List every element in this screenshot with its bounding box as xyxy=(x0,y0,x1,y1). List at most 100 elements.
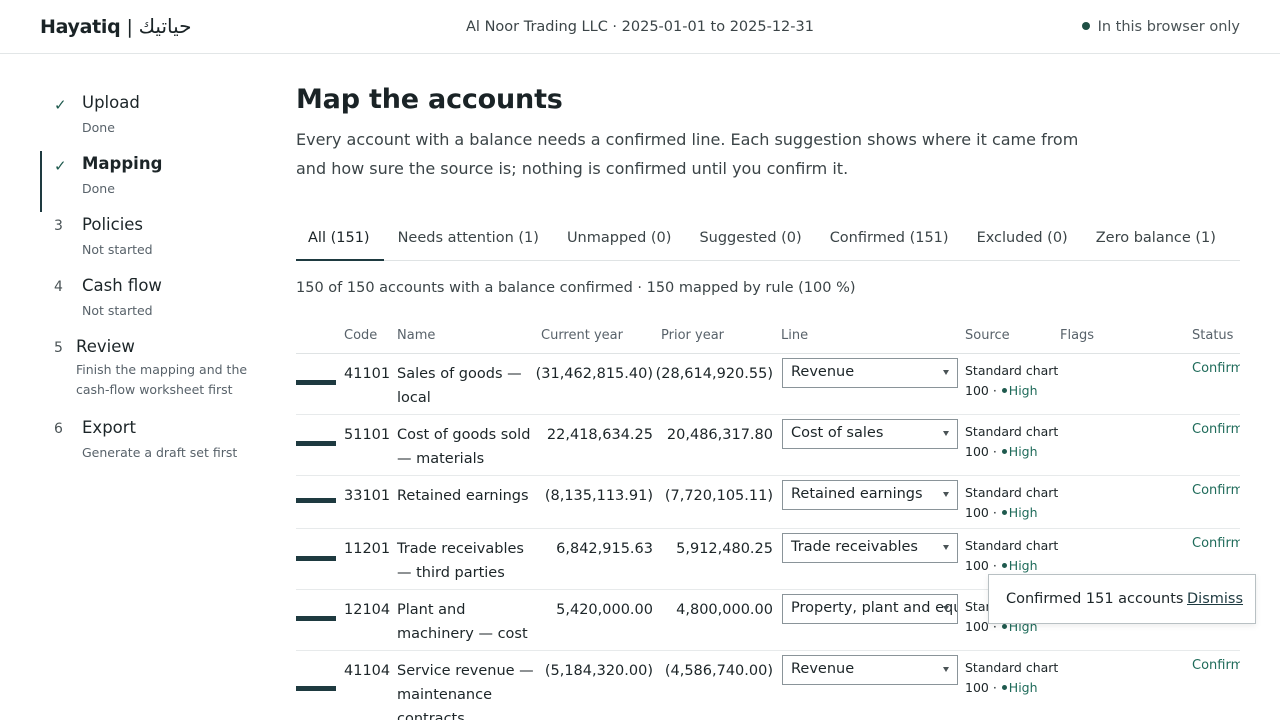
confidence-dot-icon xyxy=(1001,388,1007,393)
step-status: Done xyxy=(82,120,115,135)
column-prior-year[interactable]: Prior year xyxy=(661,328,724,343)
line-select-value: Revenue xyxy=(791,661,855,677)
step-export: 6 Export Generate a draft set first xyxy=(40,415,260,476)
table-body: 41101 Sales of goods — local (31,462,815.4… xyxy=(296,354,1240,720)
step-mapping[interactable]: ✓ Mapping Done xyxy=(40,151,260,212)
status-badge[interactable]: Confirmed xyxy=(1192,658,1240,673)
line-select[interactable]: Cost of sales xyxy=(782,419,958,449)
account-code: 41104 xyxy=(344,663,391,679)
tab-all[interactable]: All (151) xyxy=(296,222,384,261)
line-select[interactable]: Revenue xyxy=(782,655,958,685)
page-description: Every account with a balance needs a con… xyxy=(296,130,1079,178)
current-year-amount: 6,842,915.63 xyxy=(556,541,653,557)
table-row[interactable]: 41104 Service revenue — maintenance contr… xyxy=(296,651,1240,720)
storage-notice: In this browser only xyxy=(1081,19,1240,35)
check-icon: ✓ xyxy=(54,96,67,114)
step-title: Upload xyxy=(82,93,140,112)
confidence-level: High xyxy=(1008,444,1038,459)
step-title: Policies xyxy=(82,215,144,234)
source-score: 100 · xyxy=(965,383,997,398)
account-code: 12104 xyxy=(344,602,391,618)
current-year-amount: (8,135,113.91) xyxy=(544,488,653,504)
tab-confirmed[interactable]: Confirmed (151) xyxy=(816,222,963,261)
column-line[interactable]: Line xyxy=(781,328,808,343)
source-name: Standard chart xyxy=(965,660,1059,675)
column-source[interactable]: Source xyxy=(965,328,1010,343)
source-name: Standard chart xyxy=(965,485,1059,500)
confidence-dot-icon xyxy=(1001,563,1007,568)
mapping-source: Standard chart 100 · High xyxy=(965,658,1058,698)
step-number: 6 xyxy=(54,421,63,437)
line-select[interactable]: Trade receivables xyxy=(782,533,958,563)
line-select-value: Cost of sales xyxy=(791,425,884,441)
step-number: 4 xyxy=(54,279,63,295)
column-name[interactable]: Name xyxy=(397,328,435,343)
prior-year-amount: 5,912,480.25 xyxy=(676,541,773,557)
mapping-summary: 150 of 150 accounts with a balance confi… xyxy=(296,280,856,296)
status-badge[interactable]: Confirmed xyxy=(1192,483,1240,498)
account-code: 41101 xyxy=(344,366,391,382)
table-row[interactable]: 41101 Sales of goods — local (31,462,815.4… xyxy=(296,354,1240,415)
toast-message: Confirmed 151 accounts xyxy=(1006,591,1184,607)
step-policies[interactable]: 3 Policies Not started xyxy=(40,212,260,273)
app-header: Hayatiq | حياتيك Al Noor Trading LLC · 202… xyxy=(0,0,1280,54)
line-select[interactable]: Revenue xyxy=(782,358,958,388)
main-content: Map the accounts Every account with a ba… xyxy=(296,84,1240,720)
status-badge[interactable]: Confirmed xyxy=(1192,422,1240,437)
storage-notice-label: In this browser only xyxy=(1097,19,1240,35)
table-header: Code Name Current year Prior year Line S… xyxy=(296,320,1240,354)
line-select-value: Trade receivables xyxy=(791,539,918,555)
column-code[interactable]: Code xyxy=(344,328,377,343)
prior-year-amount: (4,586,740.00) xyxy=(664,663,773,679)
confidence-level: High xyxy=(1008,558,1038,573)
confidence-level: High xyxy=(1008,383,1038,398)
status-badge[interactable]: Confirmed xyxy=(1192,361,1240,376)
dismiss-button[interactable]: Dismiss xyxy=(1187,591,1243,607)
chevron-down-icon xyxy=(943,545,949,550)
line-select[interactable]: Retained earnings xyxy=(782,480,958,510)
confidence-dot-icon xyxy=(1001,510,1007,515)
step-number: 5 xyxy=(54,340,63,356)
line-select-value: Property, plant and equipment xyxy=(791,600,957,616)
line-select[interactable]: Property, plant and equipment xyxy=(782,594,958,624)
account-name: Service revenue — maintenance contracts xyxy=(397,663,534,720)
step-title: Cash flow xyxy=(82,276,162,295)
chevron-down-icon xyxy=(943,606,949,611)
confirmation-toast: Confirmed 151 accounts Dismiss xyxy=(988,574,1256,624)
balance-bar xyxy=(296,380,336,385)
table-row[interactable]: 33101 Retained earnings (8,135,113.91) (7,7… xyxy=(296,476,1240,529)
current-year-amount: 5,420,000.00 xyxy=(556,602,653,618)
step-upload[interactable]: ✓ Upload Done xyxy=(40,90,260,151)
line-select-value: Revenue xyxy=(791,364,855,380)
mapping-source: Standard chart 100 · High xyxy=(965,536,1058,576)
column-status[interactable]: Status xyxy=(1192,328,1233,343)
balance-bar xyxy=(296,686,336,691)
chevron-down-icon xyxy=(943,492,949,497)
tab-excluded[interactable]: Excluded (0) xyxy=(963,222,1082,261)
tab-unmapped[interactable]: Unmapped (0) xyxy=(553,222,686,261)
account-name: Sales of goods — local xyxy=(397,366,522,406)
confidence-level: High xyxy=(1008,680,1038,695)
confidence-dot-icon xyxy=(1001,624,1007,629)
step-cash-flow[interactable]: 4 Cash flow Not started xyxy=(40,273,260,334)
balance-bar xyxy=(296,616,336,621)
column-flags[interactable]: Flags xyxy=(1060,328,1094,343)
account-name: Plant and machinery — cost xyxy=(397,602,528,642)
source-name: Standard chart xyxy=(965,424,1059,439)
table-row[interactable]: 51101 Cost of goods sold — materials 22,41… xyxy=(296,415,1240,476)
column-current-year[interactable]: Current year xyxy=(541,328,623,343)
status-dot-icon xyxy=(1081,22,1090,30)
status-badge[interactable]: Confirmed xyxy=(1192,536,1240,551)
source-score: 100 · xyxy=(965,680,997,695)
step-title: Mapping xyxy=(82,154,163,173)
tab-needs-attention[interactable]: Needs attention (1) xyxy=(384,222,553,261)
step-review: 5 Review Finish the mapping and the cash… xyxy=(40,334,260,415)
tab-suggested[interactable]: Suggested (0) xyxy=(685,222,815,261)
tab-zero-balance[interactable]: Zero balance (1) xyxy=(1082,222,1230,261)
step-status: Finish the mapping and the cash-flow wor… xyxy=(76,362,248,397)
current-year-amount: (31,462,815.40) xyxy=(535,366,653,382)
mapping-source: Standard chart 100 · High xyxy=(965,361,1058,401)
filter-tabs: All (151) Needs attention (1) Unmapped (… xyxy=(296,222,1240,261)
source-name: Standard chart xyxy=(965,538,1059,553)
step-status: Generate a draft set first xyxy=(82,445,238,460)
